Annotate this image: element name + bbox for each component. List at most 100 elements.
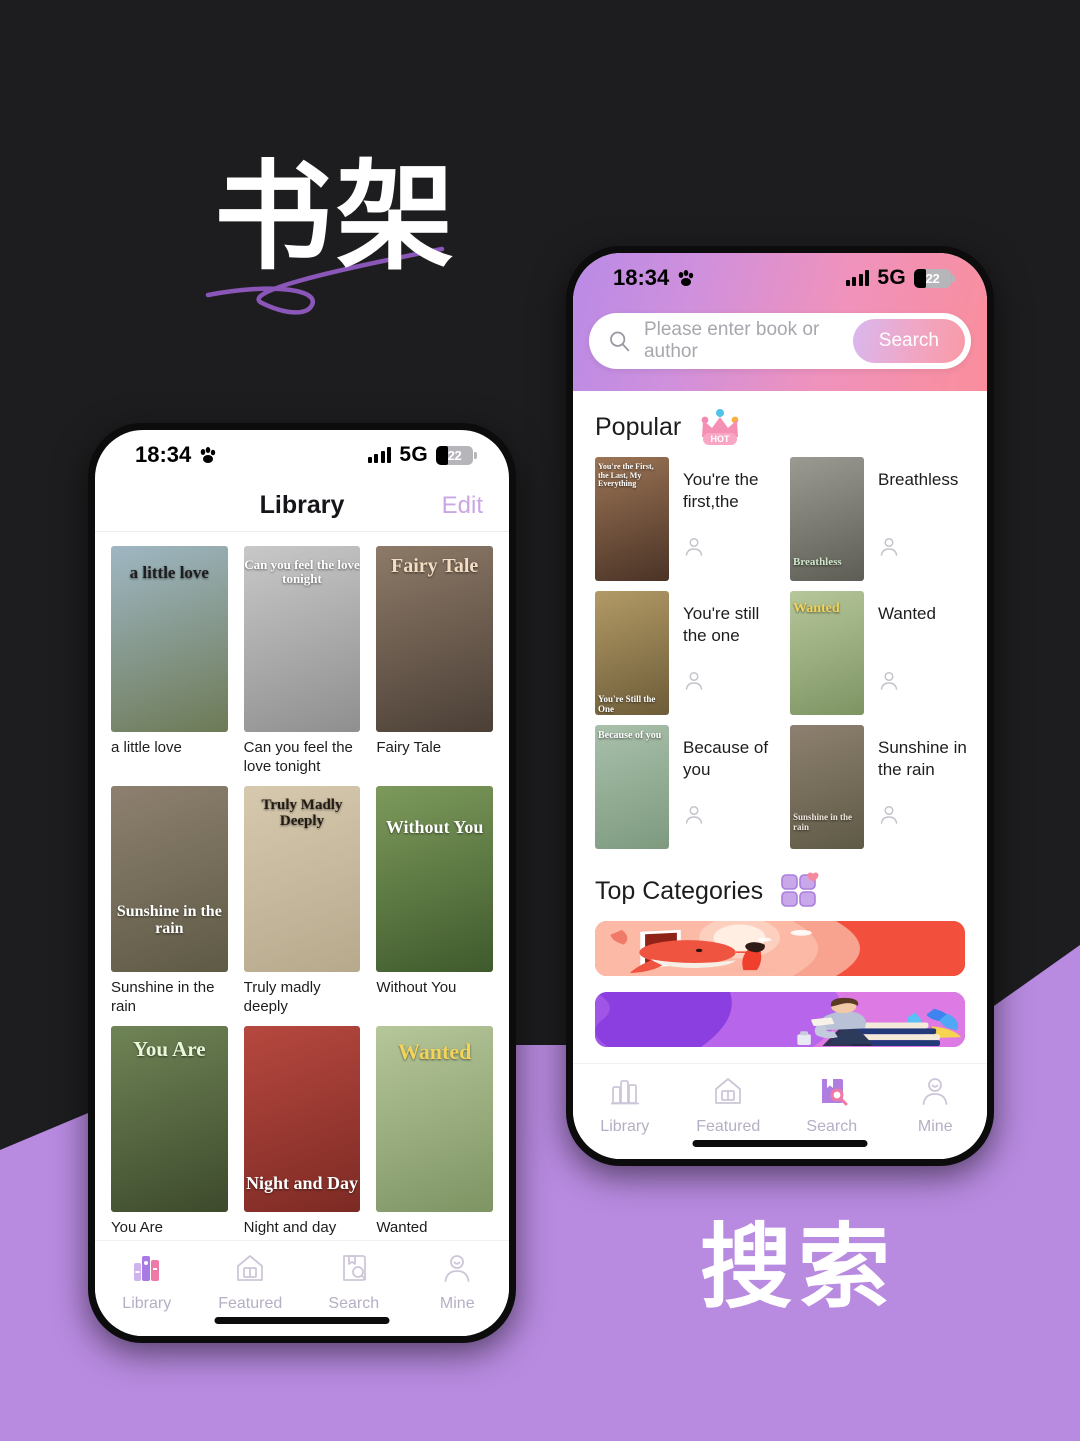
cover-title: Sunshine in the rain (116, 903, 222, 937)
book-cover[interactable]: Fairy Tale (376, 546, 493, 732)
popular-item[interactable]: Sunshine in the rain Sunshine in the rai… (780, 725, 975, 849)
tab-search[interactable]: Search (780, 1074, 884, 1136)
tab-mine[interactable]: Mine (884, 1074, 988, 1136)
book-card[interactable]: Fairy Tale Fairy Tale (376, 546, 493, 786)
cover-title: You Are (133, 1037, 206, 1061)
battery-icon: 22 (436, 445, 477, 465)
book-card[interactable]: Wanted Wanted (376, 1026, 493, 1240)
library-navbar: Library Edit (95, 480, 509, 532)
person-outline-icon (683, 670, 780, 697)
book-cover[interactable]: Sunshine in the rain (111, 786, 228, 972)
cover-title: You're Still the One (598, 694, 656, 714)
home-indicator (214, 1317, 390, 1324)
popular-item-title: You're still the one (683, 604, 760, 646)
tab-search[interactable]: Search (302, 1251, 406, 1313)
popular-section-header: Popular HOT (573, 391, 987, 457)
headline-search: 搜索 (700, 1214, 897, 1321)
grid-squares-icon (781, 872, 819, 907)
search-status-bar: 18:34 5G 22 (573, 253, 987, 303)
tab-featured[interactable]: Featured (677, 1074, 781, 1136)
hot-badge-label: HOT (711, 434, 731, 444)
book-search-icon (815, 1074, 849, 1113)
book-title: Can you feel the love tonight (243, 739, 353, 775)
reader-banner[interactable] (595, 992, 965, 1047)
network-label: 5G (877, 266, 906, 289)
book-cover[interactable]: Can you feel the love tonight (243, 546, 361, 732)
tab-library[interactable]: Library (573, 1074, 677, 1136)
book-cover[interactable]: You're Still the One (595, 591, 669, 715)
popular-item-meta: Because of you (683, 725, 780, 849)
home-indicator (692, 1140, 868, 1147)
edit-button[interactable]: Edit (442, 492, 483, 520)
battery-level: 22 (925, 270, 940, 286)
search-bar[interactable]: Please enter book or author Search (589, 313, 971, 369)
signal-bars-icon (845, 270, 870, 286)
reader-illustration (595, 992, 965, 1047)
headline-shelf: 书架 (214, 148, 459, 286)
cover-title: Wanted (397, 1039, 472, 1064)
tab-mine[interactable]: Mine (406, 1251, 510, 1313)
search-submit-button[interactable]: Search (852, 319, 965, 363)
popular-item[interactable]: You're the First, the Last, My Everythin… (585, 457, 780, 581)
status-time: 18:34 (135, 442, 192, 467)
book-cover[interactable]: Sunshine in the rain (790, 725, 864, 849)
book-cover[interactable]: Wanted (790, 591, 864, 715)
book-cover[interactable]: Because of you (595, 725, 669, 849)
popular-item[interactable]: Wanted Wanted (780, 591, 975, 715)
person-icon (440, 1251, 474, 1290)
top-categories-header: Top Categories (573, 849, 987, 921)
book-card[interactable]: Truly Madly Deeply Truly madly deeply (243, 786, 361, 1026)
network-label: 5G (399, 443, 428, 466)
book-search-icon (337, 1251, 371, 1290)
book-cover[interactable]: Night and Day (243, 1026, 361, 1212)
battery-level: 22 (447, 447, 462, 463)
search-header: 18:34 5G 22 Please enter book or author … (573, 253, 987, 391)
book-grid: a little love a little love Can you feel… (95, 532, 509, 1240)
house-book-icon (233, 1251, 267, 1290)
book-title: Night and day (243, 1219, 337, 1236)
book-cover[interactable]: Truly Madly Deeply (243, 786, 361, 972)
book-card[interactable]: Sunshine in the rain Sunshine in the rai… (111, 786, 228, 1026)
book-cover[interactable]: a little love (111, 546, 228, 732)
cover-title: Sunshine in the rain (793, 812, 853, 832)
tab-label: Featured (696, 1118, 761, 1135)
book-card[interactable]: Can you feel the love tonight Can you fe… (243, 546, 361, 786)
cover-title: Fairy Tale (391, 555, 479, 577)
book-cover[interactable]: Without You (376, 786, 493, 972)
house-book-icon (711, 1074, 745, 1113)
library-status-bar: 18:34 5G 22 (95, 430, 509, 480)
search-phone-mockup: 18:34 5G 22 Please enter book or author … (566, 246, 994, 1166)
book-title: Fairy Tale (376, 739, 442, 756)
tab-library[interactable]: Library (95, 1251, 199, 1313)
book-card[interactable]: Night and Day Night and day (243, 1026, 361, 1240)
popular-item[interactable]: Breathless Breathless (780, 457, 975, 581)
book-cover[interactable]: Breathless (790, 457, 864, 581)
tab-label: Featured (218, 1295, 283, 1312)
popular-item[interactable]: Because of you Because of you (585, 725, 780, 849)
book-card[interactable]: Without You Without You (376, 786, 493, 1026)
crown-hot-icon: HOT (701, 409, 739, 445)
whale-illustration (595, 921, 965, 976)
paw-icon (678, 270, 694, 286)
tab-featured[interactable]: Featured (199, 1251, 303, 1313)
search-input-placeholder[interactable]: Please enter book or author (644, 319, 853, 363)
cover-title: Wanted (793, 601, 840, 616)
book-title: Without You (376, 979, 457, 996)
book-cover[interactable]: Wanted (376, 1026, 493, 1212)
cover-title: Truly Madly Deeply (261, 797, 343, 829)
library-tab-bar: Library Featured Search Mine (95, 1240, 509, 1336)
book-cover[interactable]: You're the First, the Last, My Everythin… (595, 457, 669, 581)
whale-banner[interactable] (595, 921, 965, 976)
popular-item-title: You're the first,the last,… (683, 470, 759, 515)
popular-item-meta: Sunshine in the rain (878, 725, 975, 849)
popular-item[interactable]: You're Still the One You're still the on… (585, 591, 780, 715)
popular-item-meta: You're the first,the last,… (683, 457, 780, 581)
book-card[interactable]: You Are You Are (111, 1026, 228, 1240)
book-cover[interactable]: You Are (111, 1026, 228, 1212)
book-card[interactable]: a little love a little love (111, 546, 228, 786)
book-title: Wanted (376, 1219, 428, 1236)
cover-title: You're the First, the Last, My Everythin… (598, 462, 654, 489)
magnifier-icon (610, 331, 630, 352)
signal-bars-icon (367, 447, 392, 463)
books-icon (608, 1074, 642, 1113)
